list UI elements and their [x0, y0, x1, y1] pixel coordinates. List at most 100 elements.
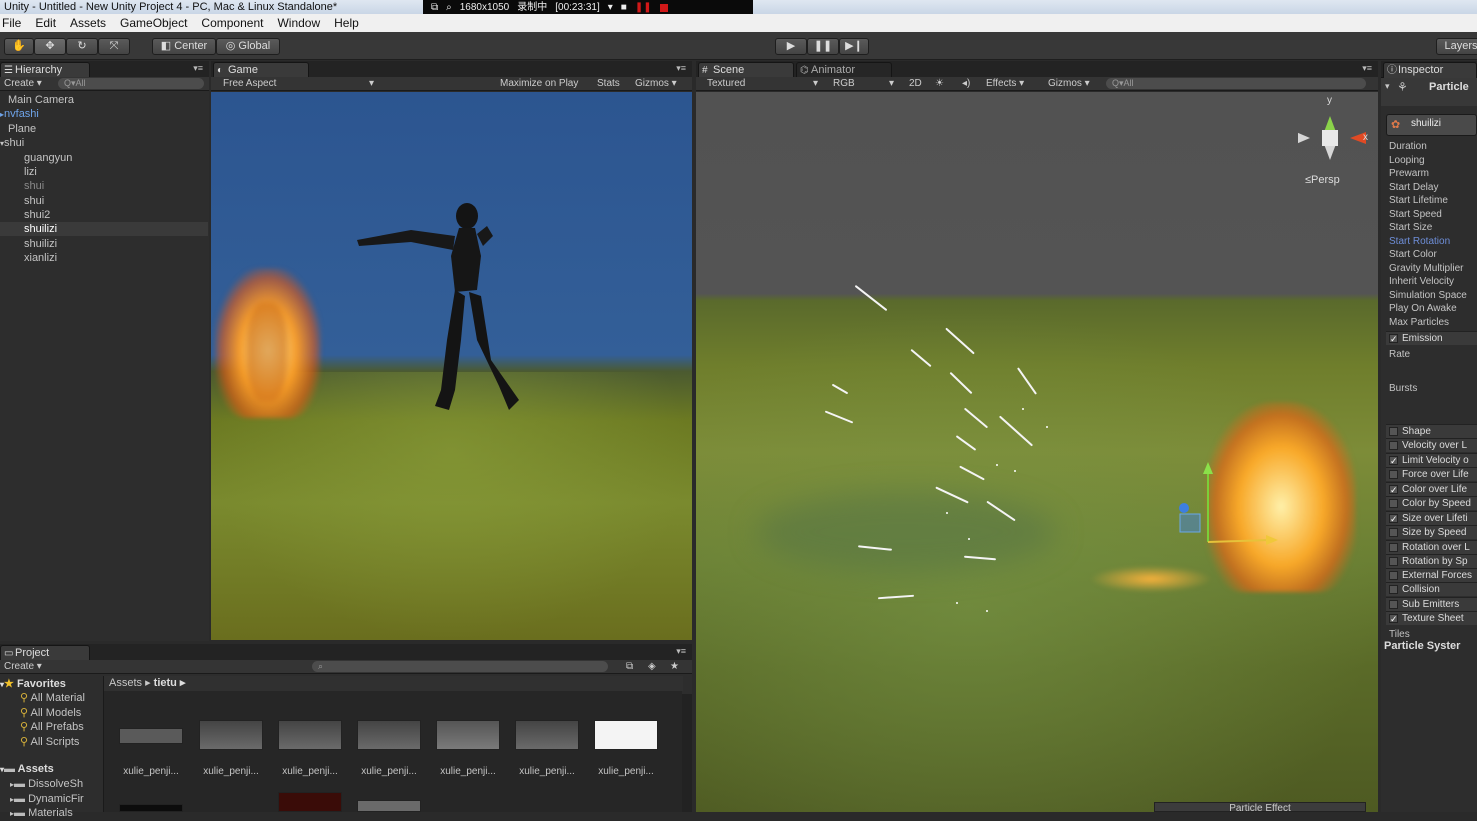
stats-toggle[interactable]: Stats [597, 77, 620, 91]
favorite-item[interactable]: ⚲ All Prefabs [20, 720, 84, 734]
tab-hierarchy[interactable]: ☰ Hierarchy [0, 62, 90, 78]
menu-component[interactable]: Component [201, 14, 263, 32]
favorites-header[interactable]: ▾★ Favorites [0, 677, 66, 691]
foldout-arrow-icon[interactable]: ▾ [1385, 81, 1390, 92]
hierarchy-item[interactable]: shuilizi [0, 237, 208, 251]
asset-thumbnail[interactable] [119, 728, 183, 744]
menu-gameobject[interactable]: GameObject [120, 14, 187, 32]
project-create-button[interactable]: Create ▾ [4, 660, 42, 674]
game-gizmos-dropdown[interactable]: Gizmos ▾ [635, 77, 677, 91]
panel-menu-icon[interactable]: ▾≡ [676, 646, 686, 657]
asset-label[interactable]: xulie_penji... [275, 766, 345, 777]
hierarchy-item[interactable]: xianlizi [0, 251, 208, 265]
asset-label[interactable]: xulie_penji... [433, 766, 503, 777]
asset-folder[interactable]: ▸▬ DynamicFir [10, 792, 84, 806]
asset-label[interactable]: xulie_penji... [512, 766, 582, 777]
layers-dropdown[interactable]: Layers [1436, 38, 1477, 55]
panel-menu-icon[interactable]: ▾≡ [1362, 63, 1372, 74]
aspect-dropdown[interactable]: Free Aspect [223, 77, 276, 91]
module-checkbox[interactable] [1389, 499, 1398, 508]
module-checkbox[interactable]: ✓ [1389, 456, 1398, 466]
hierarchy-create-button[interactable]: Create ▾ [4, 77, 42, 91]
hierarchy-item[interactable]: guangyun [0, 151, 208, 165]
tab-project[interactable]: ▭ Project [0, 645, 90, 661]
aspect-dropdown-arrow-icon[interactable]: ▾ [369, 77, 374, 91]
magnify-icon[interactable]: ⌕ [446, 0, 452, 15]
tab-scene[interactable]: # Scene [698, 62, 794, 78]
persp-label[interactable]: ≤Persp [1305, 174, 1340, 186]
breadcrumb-tietu[interactable]: tietu ▸ [154, 677, 186, 689]
hierarchy-search-input[interactable]: Q▾All [58, 78, 204, 89]
module-row[interactable]: Velocity over L [1386, 438, 1477, 452]
dropdown-icon[interactable]: ▾ [608, 0, 613, 15]
lighting-toggle-icon[interactable]: ☀ [935, 77, 944, 91]
asset-label[interactable]: xulie_penji... [116, 766, 186, 777]
pivot-center-button[interactable]: ◧ Center [152, 38, 216, 55]
module-checkbox[interactable]: ✓ [1389, 334, 1398, 344]
module-checkbox[interactable]: ✓ [1389, 485, 1398, 495]
module-emission[interactable]: ✓ Emission [1386, 331, 1477, 345]
pivot-global-button[interactable]: ◎ Global [216, 38, 280, 55]
asset-folder[interactable]: ▸▬ Materials [10, 806, 73, 820]
move-tool-button[interactable]: ✥ [34, 38, 66, 55]
hierarchy-item[interactable]: shui2 [0, 208, 208, 222]
asset-thumbnail[interactable] [357, 720, 421, 750]
scale-tool-button[interactable]: ⤧ [98, 38, 130, 55]
hierarchy-item[interactable]: Plane [0, 122, 208, 136]
render-mode-dropdown[interactable]: RGB [833, 77, 855, 91]
hierarchy-item[interactable]: shui [0, 179, 208, 193]
panel-menu-icon[interactable]: ▾≡ [193, 63, 203, 74]
asset-thumbnail[interactable] [594, 720, 658, 750]
module-row[interactable]: ✓ Color over Life [1386, 482, 1477, 496]
hierarchy-item[interactable]: Main Camera [0, 93, 208, 107]
module-row[interactable]: External Forces [1386, 568, 1477, 582]
favorite-item[interactable]: ⚲ All Models [20, 706, 81, 720]
panel-menu-icon[interactable]: ▾≡ [676, 63, 686, 74]
shading-mode-dropdown[interactable]: Textured [707, 77, 745, 91]
asset-thumbnail[interactable] [119, 804, 183, 812]
game-viewport[interactable] [211, 92, 692, 640]
maximize-on-play-toggle[interactable]: Maximize on Play [500, 77, 578, 91]
module-checkbox[interactable]: ✓ [1389, 514, 1398, 524]
asset-label[interactable]: xulie_penji... [591, 766, 661, 777]
asset-thumbnail[interactable] [278, 792, 342, 812]
emitter-tab[interactable]: ✿ shuilizi [1386, 114, 1477, 136]
asset-folder[interactable]: ▸▬ DissolveSh [10, 777, 83, 791]
hierarchy-item[interactable]: shui [0, 194, 208, 208]
module-row[interactable]: Shape [1386, 424, 1477, 438]
module-row[interactable]: Rotation by Sp [1386, 554, 1477, 568]
module-row[interactable]: Force over Life [1386, 467, 1477, 481]
assets-header[interactable]: ▾▬ Assets [0, 762, 54, 776]
tab-inspector[interactable]: ⓘ Inspector [1383, 62, 1477, 78]
shading-dropdown-arrow-icon[interactable]: ▾ [813, 77, 818, 91]
module-checkbox[interactable] [1389, 470, 1398, 479]
play-button[interactable]: ▶ [775, 38, 807, 55]
scene-gizmos-dropdown[interactable]: Gizmos ▾ [1048, 77, 1090, 91]
scene-viewport[interactable]: y x ≤Persp Particle Effect [696, 92, 1378, 812]
project-search-input[interactable]: ⌕ [312, 661, 608, 672]
hierarchy-item[interactable]: ▾shui [0, 136, 208, 150]
favorite-item[interactable]: ⚲ All Material [20, 691, 85, 705]
step-button[interactable]: ▶❙ [839, 38, 869, 55]
camera-icon[interactable]: ■ [621, 0, 627, 15]
favorite-star-icon[interactable]: ★ [670, 660, 679, 674]
module-row[interactable]: Color by Speed [1386, 496, 1477, 510]
module-checkbox[interactable] [1389, 557, 1398, 566]
tab-animator[interactable]: ⌬ Animator [796, 62, 892, 78]
rotate-tool-button[interactable]: ↻ [66, 38, 98, 55]
scene-search-input[interactable]: Q▾All [1106, 78, 1366, 89]
favorite-item[interactable]: ⚲ All Scripts [20, 735, 79, 749]
module-row[interactable]: Sub Emitters [1386, 597, 1477, 611]
project-scrollbar[interactable] [682, 694, 692, 812]
menu-window[interactable]: Window [277, 14, 320, 32]
particle-system-curves-header[interactable]: Particle Syster [1384, 640, 1477, 654]
module-row[interactable]: ✓ Limit Velocity o [1386, 453, 1477, 467]
audio-toggle-icon[interactable]: ◂) [962, 77, 970, 91]
module-row[interactable]: Size by Speed [1386, 525, 1477, 539]
filter-label-icon[interactable]: ◈ [648, 660, 656, 674]
hand-tool-button[interactable]: ✋ [4, 38, 34, 55]
hierarchy-item[interactable]: ▸nvfashi [0, 107, 208, 121]
asset-thumbnail[interactable] [357, 800, 421, 812]
2d-toggle[interactable]: 2D [909, 77, 922, 91]
effects-dropdown[interactable]: Effects ▾ [986, 77, 1024, 91]
